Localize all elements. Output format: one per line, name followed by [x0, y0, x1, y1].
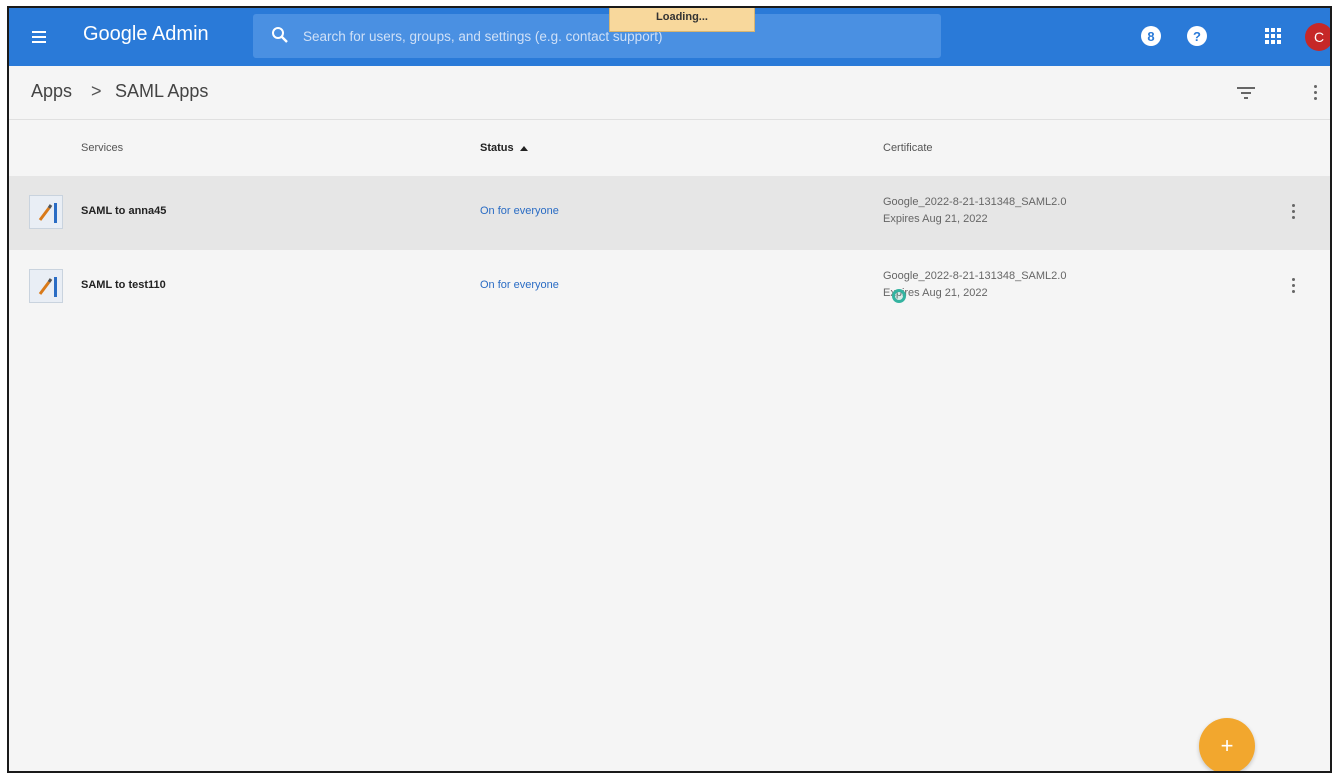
- service-status[interactable]: On for everyone: [480, 205, 559, 217]
- mouse-cursor-indicator: [892, 289, 906, 303]
- apps-grid-icon[interactable]: [1264, 27, 1282, 45]
- loading-indicator: Loading...: [609, 8, 755, 32]
- column-header-status[interactable]: Status: [480, 142, 528, 154]
- row-more-options-icon[interactable]: [1292, 204, 1296, 220]
- sort-ascending-icon: [519, 145, 528, 151]
- pencil-icon: [38, 277, 57, 297]
- column-header-services[interactable]: Services: [81, 142, 123, 154]
- service-name[interactable]: SAML to test110: [81, 279, 166, 291]
- table-header: Services Status Certificate: [9, 120, 1330, 176]
- help-icon[interactable]: ?: [1187, 26, 1207, 46]
- notifications-badge-icon[interactable]: 8: [1141, 26, 1161, 46]
- admin-window: Google Admin Loading... 8 ? C Apps > SAM…: [7, 6, 1332, 773]
- table-row[interactable]: SAML to test110 On for everyone Google_2…: [9, 250, 1330, 324]
- user-avatar[interactable]: C: [1305, 23, 1330, 51]
- search-icon[interactable]: [271, 26, 289, 44]
- search-bar: [253, 14, 941, 58]
- saml-app-icon: [29, 195, 63, 229]
- filter-icon[interactable]: [1237, 85, 1257, 101]
- breadcrumb-bar: Apps > SAML Apps: [9, 66, 1330, 120]
- row-more-options-icon[interactable]: [1292, 278, 1296, 294]
- column-header-certificate[interactable]: Certificate: [883, 142, 933, 154]
- app-title: Google Admin: [83, 23, 209, 45]
- service-name[interactable]: SAML to anna45: [81, 205, 166, 217]
- top-app-bar: Google Admin Loading... 8 ? C: [9, 8, 1330, 66]
- certificate-expiry: Expires Aug 21, 2022: [883, 213, 988, 225]
- column-header-status-label: Status: [480, 142, 514, 154]
- breadcrumb-current: SAML Apps: [115, 81, 209, 101]
- pencil-icon: [38, 203, 57, 223]
- more-options-icon[interactable]: [1314, 85, 1318, 101]
- breadcrumb-separator: >: [91, 81, 102, 101]
- service-status[interactable]: On for everyone: [480, 279, 559, 291]
- table-row[interactable]: SAML to anna45 On for everyone Google_20…: [9, 176, 1330, 250]
- saml-app-icon: [29, 269, 63, 303]
- certificate-name: Google_2022-8-21-131348_SAML2.0: [883, 270, 1067, 282]
- certificate-name: Google_2022-8-21-131348_SAML2.0: [883, 196, 1067, 208]
- breadcrumb-apps-link[interactable]: Apps: [31, 81, 72, 102]
- hamburger-menu-icon[interactable]: [29, 26, 51, 48]
- add-app-button[interactable]: +: [1199, 718, 1255, 771]
